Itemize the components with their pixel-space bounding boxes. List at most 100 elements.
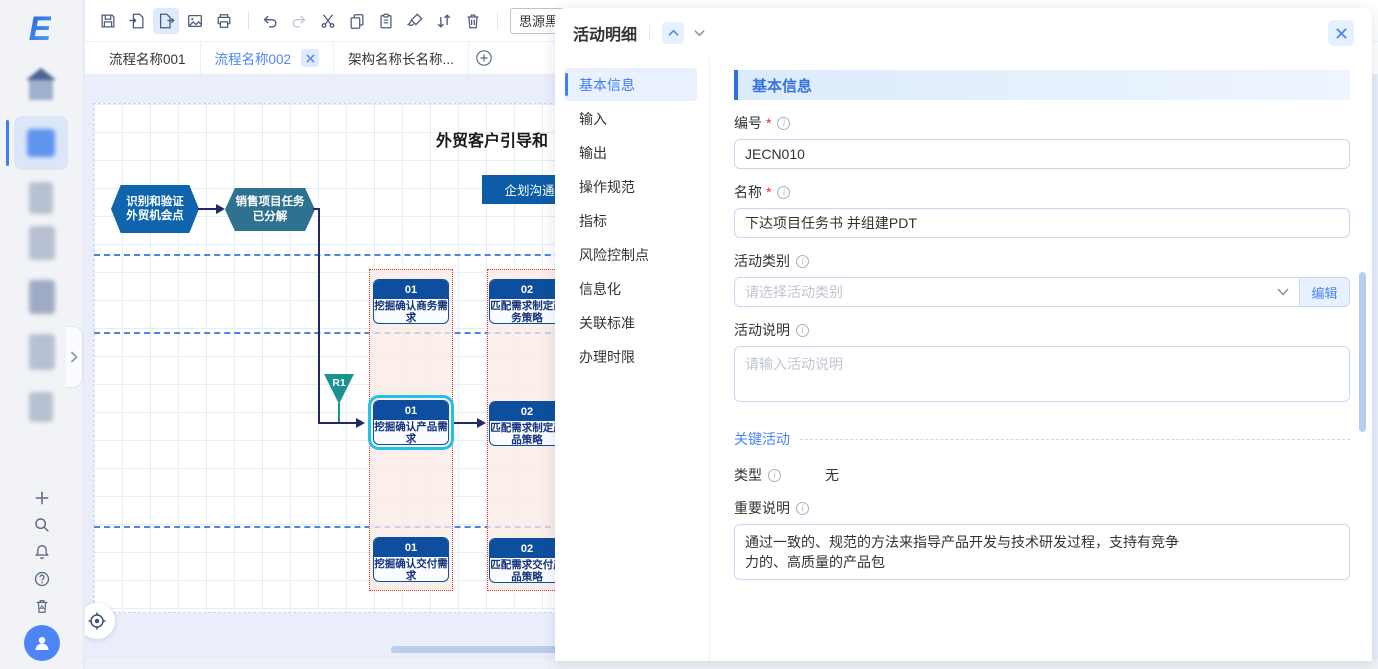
print-button[interactable] bbox=[211, 8, 237, 34]
panel-nav-risk-control[interactable]: 风险控制点 bbox=[565, 238, 697, 271]
sidebar-expand-handle[interactable] bbox=[66, 326, 83, 388]
activity-card[interactable]: 02 匹配需求制定产品策略 bbox=[489, 401, 565, 446]
search-button[interactable] bbox=[27, 514, 57, 536]
arrowhead bbox=[216, 204, 225, 214]
description-textarea[interactable] bbox=[734, 346, 1350, 402]
event-node-mid[interactable]: 销售项目任务已分解 bbox=[225, 188, 315, 231]
tab-process-001[interactable]: 流程名称001 bbox=[95, 42, 201, 74]
search-icon bbox=[33, 516, 51, 534]
notifications-button[interactable] bbox=[27, 541, 57, 563]
horizontal-scrollbar[interactable] bbox=[391, 646, 561, 653]
info-icon[interactable]: i bbox=[796, 255, 809, 268]
key-activity-title: 关键活动 bbox=[734, 429, 790, 449]
panel-nav-time-limit[interactable]: 办理时限 bbox=[565, 340, 697, 373]
info-icon[interactable]: i bbox=[796, 502, 809, 515]
panel-nav-input[interactable]: 输入 bbox=[565, 102, 697, 135]
chevron-right-icon bbox=[70, 351, 78, 363]
recycle-bin-button[interactable] bbox=[27, 595, 57, 617]
section-header-basic-info: 基本信息 bbox=[734, 70, 1350, 100]
category-placeholder: 请选择活动类别 bbox=[745, 282, 843, 302]
locate-button[interactable] bbox=[85, 603, 115, 639]
prev-activity-button[interactable] bbox=[662, 22, 684, 44]
event-node-start[interactable]: 识别和验证外贸机会点 bbox=[111, 185, 199, 233]
panel-nav-informatization[interactable]: 信息化 bbox=[565, 272, 697, 305]
save-button[interactable] bbox=[95, 8, 121, 34]
bell-icon bbox=[33, 543, 51, 561]
close-tab-button[interactable] bbox=[301, 49, 319, 67]
import-button[interactable] bbox=[124, 8, 150, 34]
add-button[interactable] bbox=[27, 487, 57, 509]
info-icon[interactable]: i bbox=[796, 324, 809, 337]
required-mark: * bbox=[766, 184, 771, 200]
toolbar-separator bbox=[248, 12, 249, 30]
tab-process-002[interactable]: 流程名称002 bbox=[201, 42, 335, 74]
add-tab-button[interactable] bbox=[469, 42, 499, 74]
home-icon[interactable] bbox=[26, 68, 56, 102]
panel-header: 活动明细 bbox=[555, 8, 1372, 58]
required-mark: * bbox=[766, 115, 771, 131]
copy-button[interactable] bbox=[344, 8, 370, 34]
active-indicator bbox=[6, 120, 9, 166]
person-icon bbox=[32, 633, 52, 653]
close-panel-button[interactable] bbox=[1328, 20, 1354, 46]
panel-nav-related-standards[interactable]: 关联标准 bbox=[565, 306, 697, 339]
help-button[interactable] bbox=[27, 568, 57, 590]
chevron-down-icon bbox=[1277, 288, 1289, 296]
panel-nav-operation-spec[interactable]: 操作规范 bbox=[565, 170, 697, 203]
note-textarea[interactable]: 通过一致的、规范的方法来指导产品开发与技术研发过程，支持有竞争 力的、高质量的产… bbox=[734, 524, 1350, 580]
format-brush-button[interactable] bbox=[402, 8, 428, 34]
crosshair-icon bbox=[87, 611, 107, 631]
info-icon[interactable]: i bbox=[777, 186, 790, 199]
export-button[interactable] bbox=[153, 8, 179, 34]
panel-nav-basic-info[interactable]: 基本信息 bbox=[565, 68, 697, 101]
connector bbox=[453, 422, 479, 424]
name-input[interactable] bbox=[734, 208, 1350, 238]
info-icon[interactable]: i bbox=[777, 117, 790, 130]
tab-architecture[interactable]: 架构名称长名称... bbox=[334, 42, 469, 74]
toolbar-separator bbox=[497, 12, 498, 30]
paste-button[interactable] bbox=[373, 8, 399, 34]
sync-button[interactable] bbox=[431, 8, 457, 34]
activity-card-selected[interactable]: 01 挖掘确认产品需求 bbox=[373, 400, 449, 445]
plus-icon bbox=[33, 489, 51, 507]
activity-card[interactable]: 02 匹配需求制定商务策略 bbox=[489, 279, 565, 324]
next-activity-button[interactable] bbox=[688, 22, 710, 44]
activity-card[interactable]: 02 匹配需求交付产品策略 bbox=[489, 538, 565, 583]
code-input[interactable] bbox=[734, 139, 1350, 169]
sidebar-item-active[interactable] bbox=[14, 116, 68, 170]
sidebar-item[interactable] bbox=[29, 280, 55, 314]
type-value: 无 bbox=[825, 465, 839, 485]
sidebar-item[interactable] bbox=[29, 334, 55, 370]
type-label: 类型 bbox=[734, 465, 762, 485]
dashed-divider bbox=[800, 439, 1350, 440]
delete-button[interactable] bbox=[460, 8, 486, 34]
user-avatar[interactable] bbox=[24, 625, 60, 661]
activity-card[interactable]: 01 挖掘确认交付需求 bbox=[373, 537, 449, 582]
connector bbox=[198, 208, 218, 210]
edit-category-button[interactable]: 编辑 bbox=[1300, 277, 1350, 307]
activity-detail-panel: 活动明细 基本信息 输入 输出 操作规范 指标 风险控制点 信息化 关联标准 办… bbox=[555, 8, 1372, 661]
activity-card[interactable]: 01 挖掘确认商务需求 bbox=[373, 279, 449, 324]
panel-nav-indicators[interactable]: 指标 bbox=[565, 204, 697, 237]
info-icon[interactable]: i bbox=[768, 469, 781, 482]
app-logo: E bbox=[16, 8, 64, 50]
connector bbox=[318, 422, 356, 424]
image-button[interactable] bbox=[182, 8, 208, 34]
undo-button[interactable] bbox=[257, 8, 283, 34]
redo-button[interactable] bbox=[286, 8, 312, 34]
sidebar-item[interactable] bbox=[29, 226, 55, 260]
close-icon bbox=[306, 54, 315, 63]
note-label: 重要说明i bbox=[734, 498, 1350, 518]
category-select[interactable]: 请选择活动类别 bbox=[734, 277, 1300, 307]
panel-scrollbar[interactable] bbox=[1359, 272, 1366, 432]
sidebar-item[interactable] bbox=[29, 392, 53, 422]
risk-marker[interactable]: R1 bbox=[324, 374, 354, 404]
chevron-down-icon bbox=[694, 29, 705, 37]
panel-nav-output[interactable]: 输出 bbox=[565, 136, 697, 169]
risk-stem bbox=[338, 403, 340, 422]
cut-button[interactable] bbox=[315, 8, 341, 34]
panel-nav: 基本信息 输入 输出 操作规范 指标 风险控制点 信息化 关联标准 办理时限 bbox=[555, 58, 710, 661]
sidebar-item[interactable] bbox=[29, 182, 53, 214]
description-label: 活动说明i bbox=[734, 320, 1350, 340]
divider bbox=[649, 25, 650, 41]
